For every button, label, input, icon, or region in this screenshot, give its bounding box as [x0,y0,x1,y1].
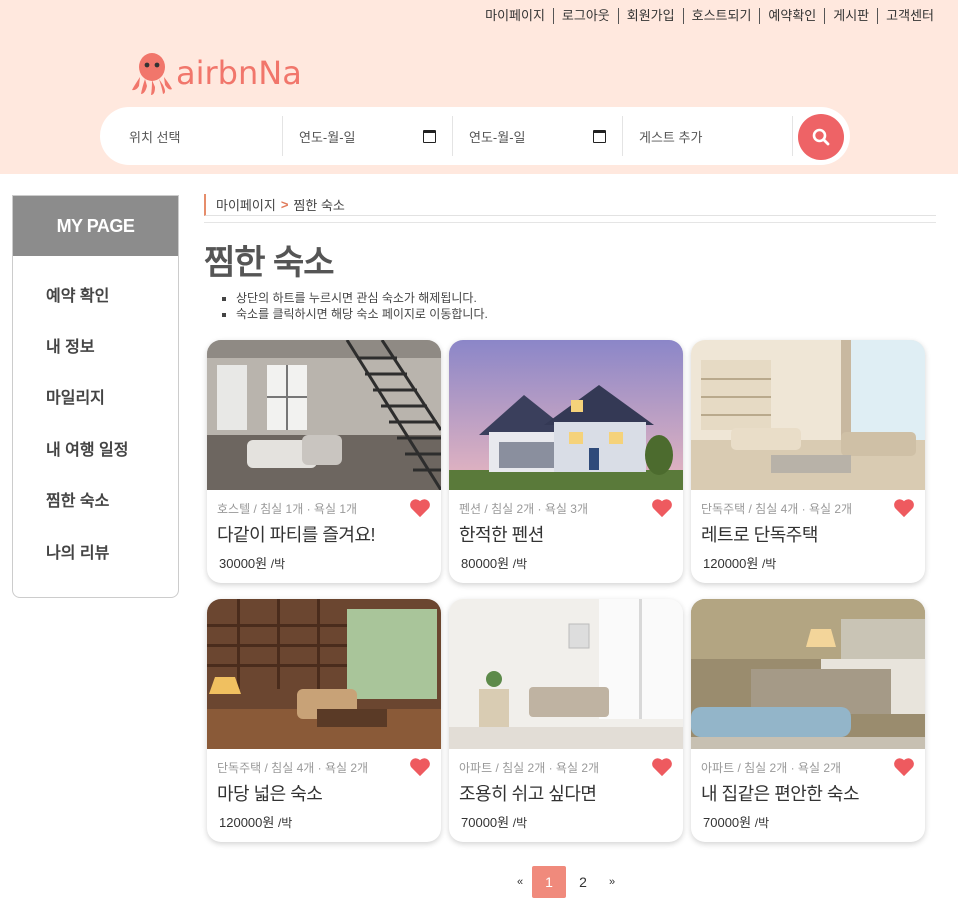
listing-meta: 단독주택 / 침실 4개 · 욕실 2개 [217,761,369,775]
guest-placeholder: 게스트 추가 [639,129,703,145]
site-header: 마이페이지 로그아웃 회원가입 호스트되기 예약확인 게시판 고객센터 airb… [0,0,958,174]
listing-title: 내 집같은 편안한 숙소 [701,784,860,804]
checkin-placeholder: 연도-월-일 [299,129,356,145]
listing-info: 펜션 / 침실 2개 · 욕실 3개 한적한 펜션 80000원 /박 [449,490,683,572]
sidebar-item-mileage[interactable]: 마일리지 [13,371,178,422]
listing-price: 30000원 /박 [219,556,286,571]
location-placeholder: 위치 선택 [129,129,181,145]
listing-meta: 펜션 / 침실 2개 · 욕실 3개 [459,502,589,516]
listing-title: 마당 넓은 숙소 [217,784,323,804]
listing-photo [691,340,925,490]
sidebar-item-my-info[interactable]: 내 정보 [13,319,178,370]
calendar-icon[interactable] [593,129,606,143]
notice-item: 상단의 하트를 누르시면 관심 숙소가 해제됩니다. [236,290,936,306]
listing-info: 단독주택 / 침실 4개 · 욕실 2개 마당 넓은 숙소 120000원 /박 [207,749,441,831]
wishlist-grid: 호스텔 / 침실 1개 · 욕실 1개 다같이 파티를 즐겨요! 30000원 … [207,340,927,842]
sidebar-item-my-reviews[interactable]: 나의 리뷰 [13,525,178,576]
checkin-date-input[interactable]: 연도-월-일 [283,116,453,156]
nav-customer-center[interactable]: 고객센터 [878,8,934,24]
page-2-button[interactable]: 2 [566,866,600,898]
listing-title: 한적한 펜션 [459,525,544,545]
listing-photo [449,599,683,749]
prev-page-button[interactable]: « [508,876,532,888]
listing-photo [449,340,683,490]
listing-card[interactable]: 펜션 / 침실 2개 · 욕실 3개 한적한 펜션 80000원 /박 [449,340,683,583]
sidebar-item-trip-schedule[interactable]: 내 여행 일정 [13,422,178,473]
location-select[interactable]: 위치 선택 [100,116,283,156]
pagination: « 1 2 » [508,866,624,898]
listing-price: 80000원 /박 [461,556,528,571]
listing-card[interactable]: 단독주택 / 침실 4개 · 욕실 2개 마당 넓은 숙소 120000원 /박 [207,599,441,842]
heart-icon[interactable] [409,757,431,777]
page-1-button[interactable]: 1 [532,866,566,898]
nav-mypage[interactable]: 마이페이지 [477,8,554,24]
checkout-placeholder: 연도-월-일 [469,129,526,145]
divider [204,222,936,223]
listing-card[interactable]: 단독주택 / 침실 4개 · 욕실 2개 레트로 단독주택 120000원 /박 [691,340,925,583]
listing-price: 70000원 /박 [461,815,528,830]
notice-item: 숙소를 클릭하시면 해당 숙소 페이지로 이동합니다. [236,306,936,322]
listing-photo [207,340,441,490]
listing-meta: 아파트 / 침실 2개 · 욕실 2개 [701,761,842,775]
listing-card[interactable]: 아파트 / 침실 2개 · 욕실 2개 내 집같은 편안한 숙소 70000원 … [691,599,925,842]
nav-signup[interactable]: 회원가입 [619,8,684,24]
heart-icon[interactable] [651,498,673,518]
listing-card[interactable]: 호스텔 / 침실 1개 · 욕실 1개 다같이 파티를 즐겨요! 30000원 … [207,340,441,583]
search-bar: 위치 선택 연도-월-일 연도-월-일 게스트 추가 [100,107,850,165]
calendar-icon[interactable] [423,129,436,143]
breadcrumb-separator: > [280,197,289,212]
guest-input[interactable]: 게스트 추가 [623,116,793,156]
listing-title: 레트로 단독주택 [701,525,818,545]
main-content: 마이페이지 > 찜한 숙소 찜한 숙소 상단의 하트를 누르시면 관심 숙소가 … [204,190,936,842]
heart-icon[interactable] [893,757,915,777]
search-icon [812,128,830,146]
listing-info: 호스텔 / 침실 1개 · 욕실 1개 다같이 파티를 즐겨요! 30000원 … [207,490,441,572]
sidebar-item-wishlist[interactable]: 찜한 숙소 [13,474,178,525]
listing-title: 조용히 쉬고 싶다면 [459,784,597,804]
logo-text: airbnNa [176,54,302,92]
nav-logout[interactable]: 로그아웃 [554,8,619,24]
nav-reservation-check[interactable]: 예약확인 [760,8,826,24]
top-nav: 마이페이지 로그아웃 회원가입 호스트되기 예약확인 게시판 고객센터 [477,8,934,24]
listing-photo [207,599,441,749]
listing-photo [691,599,925,749]
heart-icon[interactable] [409,498,431,518]
search-button[interactable] [798,114,844,160]
listing-meta: 아파트 / 침실 2개 · 욕실 2개 [459,761,600,775]
logo[interactable]: airbnNa [130,50,302,96]
heart-icon[interactable] [893,498,915,518]
listing-meta: 호스텔 / 침실 1개 · 욕실 1개 [217,502,358,516]
nav-board[interactable]: 게시판 [825,8,879,24]
listing-info: 아파트 / 침실 2개 · 욕실 2개 조용히 쉬고 싶다면 70000원 /박 [449,749,683,831]
sidebar-item-reservations[interactable]: 예약 확인 [13,268,178,319]
listing-price: 120000원 /박 [703,556,777,571]
listing-meta: 단독주택 / 침실 4개 · 욕실 2개 [701,502,853,516]
listing-price: 70000원 /박 [703,815,770,830]
page-title: 찜한 숙소 [204,244,335,282]
listing-title: 다같이 파티를 즐겨요! [217,525,376,545]
nav-become-host[interactable]: 호스트되기 [684,8,761,24]
checkout-date-input[interactable]: 연도-월-일 [453,116,623,156]
heart-icon[interactable] [651,757,673,777]
listing-card[interactable]: 아파트 / 침실 2개 · 욕실 2개 조용히 쉬고 싶다면 70000원 /박 [449,599,683,842]
notice-list: 상단의 하트를 누르시면 관심 숙소가 해제됩니다. 숙소를 클릭하시면 해당 … [236,290,936,322]
next-page-button[interactable]: » [600,876,624,888]
sidebar-title: MY PAGE [13,196,178,256]
listing-price: 120000원 /박 [219,815,293,830]
listing-info: 단독주택 / 침실 4개 · 욕실 2개 레트로 단독주택 120000원 /박 [691,490,925,572]
octopus-logo-icon [132,53,172,95]
breadcrumb-parent[interactable]: 마이페이지 [216,195,276,214]
breadcrumb-current: 찜한 숙소 [293,198,345,213]
breadcrumb: 마이페이지 > 찜한 숙소 [204,194,936,216]
mypage-sidebar: MY PAGE 예약 확인 내 정보 마일리지 내 여행 일정 찜한 숙소 나의… [12,195,179,598]
listing-info: 아파트 / 침실 2개 · 욕실 2개 내 집같은 편안한 숙소 70000원 … [691,749,925,831]
sidebar-menu: 예약 확인 내 정보 마일리지 내 여행 일정 찜한 숙소 나의 리뷰 [13,256,178,576]
